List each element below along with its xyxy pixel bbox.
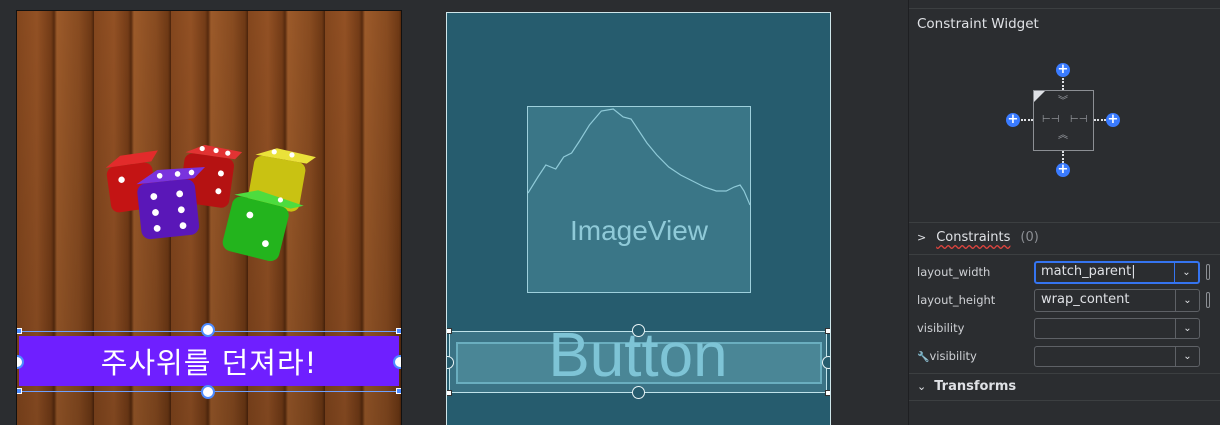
constraints-top-divider [909,222,1220,223]
blueprint-view[interactable]: ImageView Button [446,12,831,425]
attr-row-layout-height: layout_height wrap_content ⌄ [917,288,1215,312]
constraint-widget-title: Constraint Widget [917,16,1039,32]
roll-dice-button[interactable]: 주사위를 던져라! [19,336,399,386]
transforms-label: Transforms [934,379,1017,394]
bp-resize-handle-bottom-left[interactable] [447,390,452,396]
dice-image[interactable] [97,141,327,262]
resource-picker-icon[interactable] [1206,264,1210,280]
add-right-constraint-icon[interactable]: + [1106,113,1120,127]
transforms-bottom-divider [909,400,1220,401]
imageview-placeholder[interactable]: ImageView [527,106,751,293]
imageview-label: ImageView [569,215,708,246]
constraint-handle-bottom[interactable] [201,385,215,399]
attr-row-layout-width: layout_width match_parent| ⌄ [917,260,1215,284]
constraints-bottom-divider [909,254,1220,255]
mountain-placeholder-icon [528,108,750,206]
constraint-handle-top[interactable] [201,323,215,337]
attr-name-tools-visibility: 🔧visibility [917,349,1034,363]
chevron-right-icon: > [917,231,927,244]
right-constraint-line [1094,119,1106,121]
chevron-down-icon[interactable]: ⌄ [1174,262,1198,282]
constraints-section-toggle[interactable]: > Constraints (0) [917,230,1039,245]
button-placeholder[interactable]: Button [449,321,827,393]
width-left-spring-icon[interactable]: ⊢⊣ [1042,115,1059,125]
constraint-handle-right[interactable] [393,355,401,369]
resize-handle-top-left[interactable] [17,328,22,334]
resize-handle-top-right[interactable] [396,328,401,334]
add-left-constraint-icon[interactable]: + [1006,113,1020,127]
resize-handle-bottom-left[interactable] [17,388,22,394]
width-right-spring-icon[interactable]: ⊢⊣ [1070,115,1087,125]
chevron-down-icon[interactable]: ⌄ [1175,289,1199,311]
bp-resize-handle-bottom-right[interactable] [825,390,830,396]
bp-constraint-handle-right[interactable] [822,356,830,369]
height-chevron-up-icon[interactable]: ︽ [1058,131,1068,141]
attributes-panel: Constraint Widget + + + + ︾ ⊢⊣ ⊢⊣ ︽ > Co… [908,0,1220,425]
bp-constraint-handle-top[interactable] [632,324,645,337]
constraint-widget-box[interactable]: ︾ ⊢⊣ ⊢⊣ ︽ [1033,90,1094,151]
bp-resize-handle-top-right[interactable] [825,328,830,334]
wrench-icon: 🔧 [917,352,930,363]
layout-width-input[interactable]: match_parent| ⌄ [1034,260,1200,284]
attr-name-visibility: visibility [917,321,965,335]
add-top-constraint-icon[interactable]: + [1056,63,1070,77]
aspect-ratio-corner-icon[interactable] [1034,91,1045,102]
add-bottom-constraint-icon[interactable]: + [1056,163,1070,177]
attr-row-tools-visibility: 🔧visibility ⌄ [917,344,1215,368]
design-preview[interactable]: 주사위를 던져라! [16,10,402,425]
left-constraint-line [1021,119,1033,121]
tools-visibility-label: visibility [929,349,977,363]
chevron-down-icon: ⌄ [917,380,927,393]
bp-constraint-handle-bottom[interactable] [632,386,645,399]
bp-resize-handle-top-left[interactable] [447,328,452,334]
tools-visibility-select[interactable]: ⌄ [1034,345,1200,367]
layout-height-input[interactable]: wrap_content ⌄ [1034,288,1200,312]
chevron-down-icon[interactable]: ⌄ [1175,346,1199,366]
resource-picker-icon[interactable] [1206,292,1210,308]
layout-height-value: wrap_content [1041,291,1130,307]
attr-name-layout-height: layout_height [917,293,996,307]
layout-width-value: match_parent [1041,263,1132,279]
resize-handle-bottom-right[interactable] [396,388,401,394]
constraints-label: Constraints [936,230,1011,245]
top-constraint-line [1062,78,1064,90]
constraints-count: (0) [1020,230,1039,245]
transforms-section-toggle[interactable]: ⌄ Transforms [917,379,1016,394]
bottom-constraint-line [1062,151,1064,163]
attr-row-visibility: visibility ⌄ [917,316,1215,340]
attr-name-layout-width: layout_width [917,265,991,279]
chevron-down-icon[interactable]: ⌄ [1175,318,1199,338]
visibility-select[interactable]: ⌄ [1034,317,1200,339]
panel-divider [909,8,1220,9]
height-chevron-down-icon[interactable]: ︾ [1058,97,1068,107]
transforms-top-divider [909,373,1220,374]
text-cursor: | [1131,263,1136,279]
